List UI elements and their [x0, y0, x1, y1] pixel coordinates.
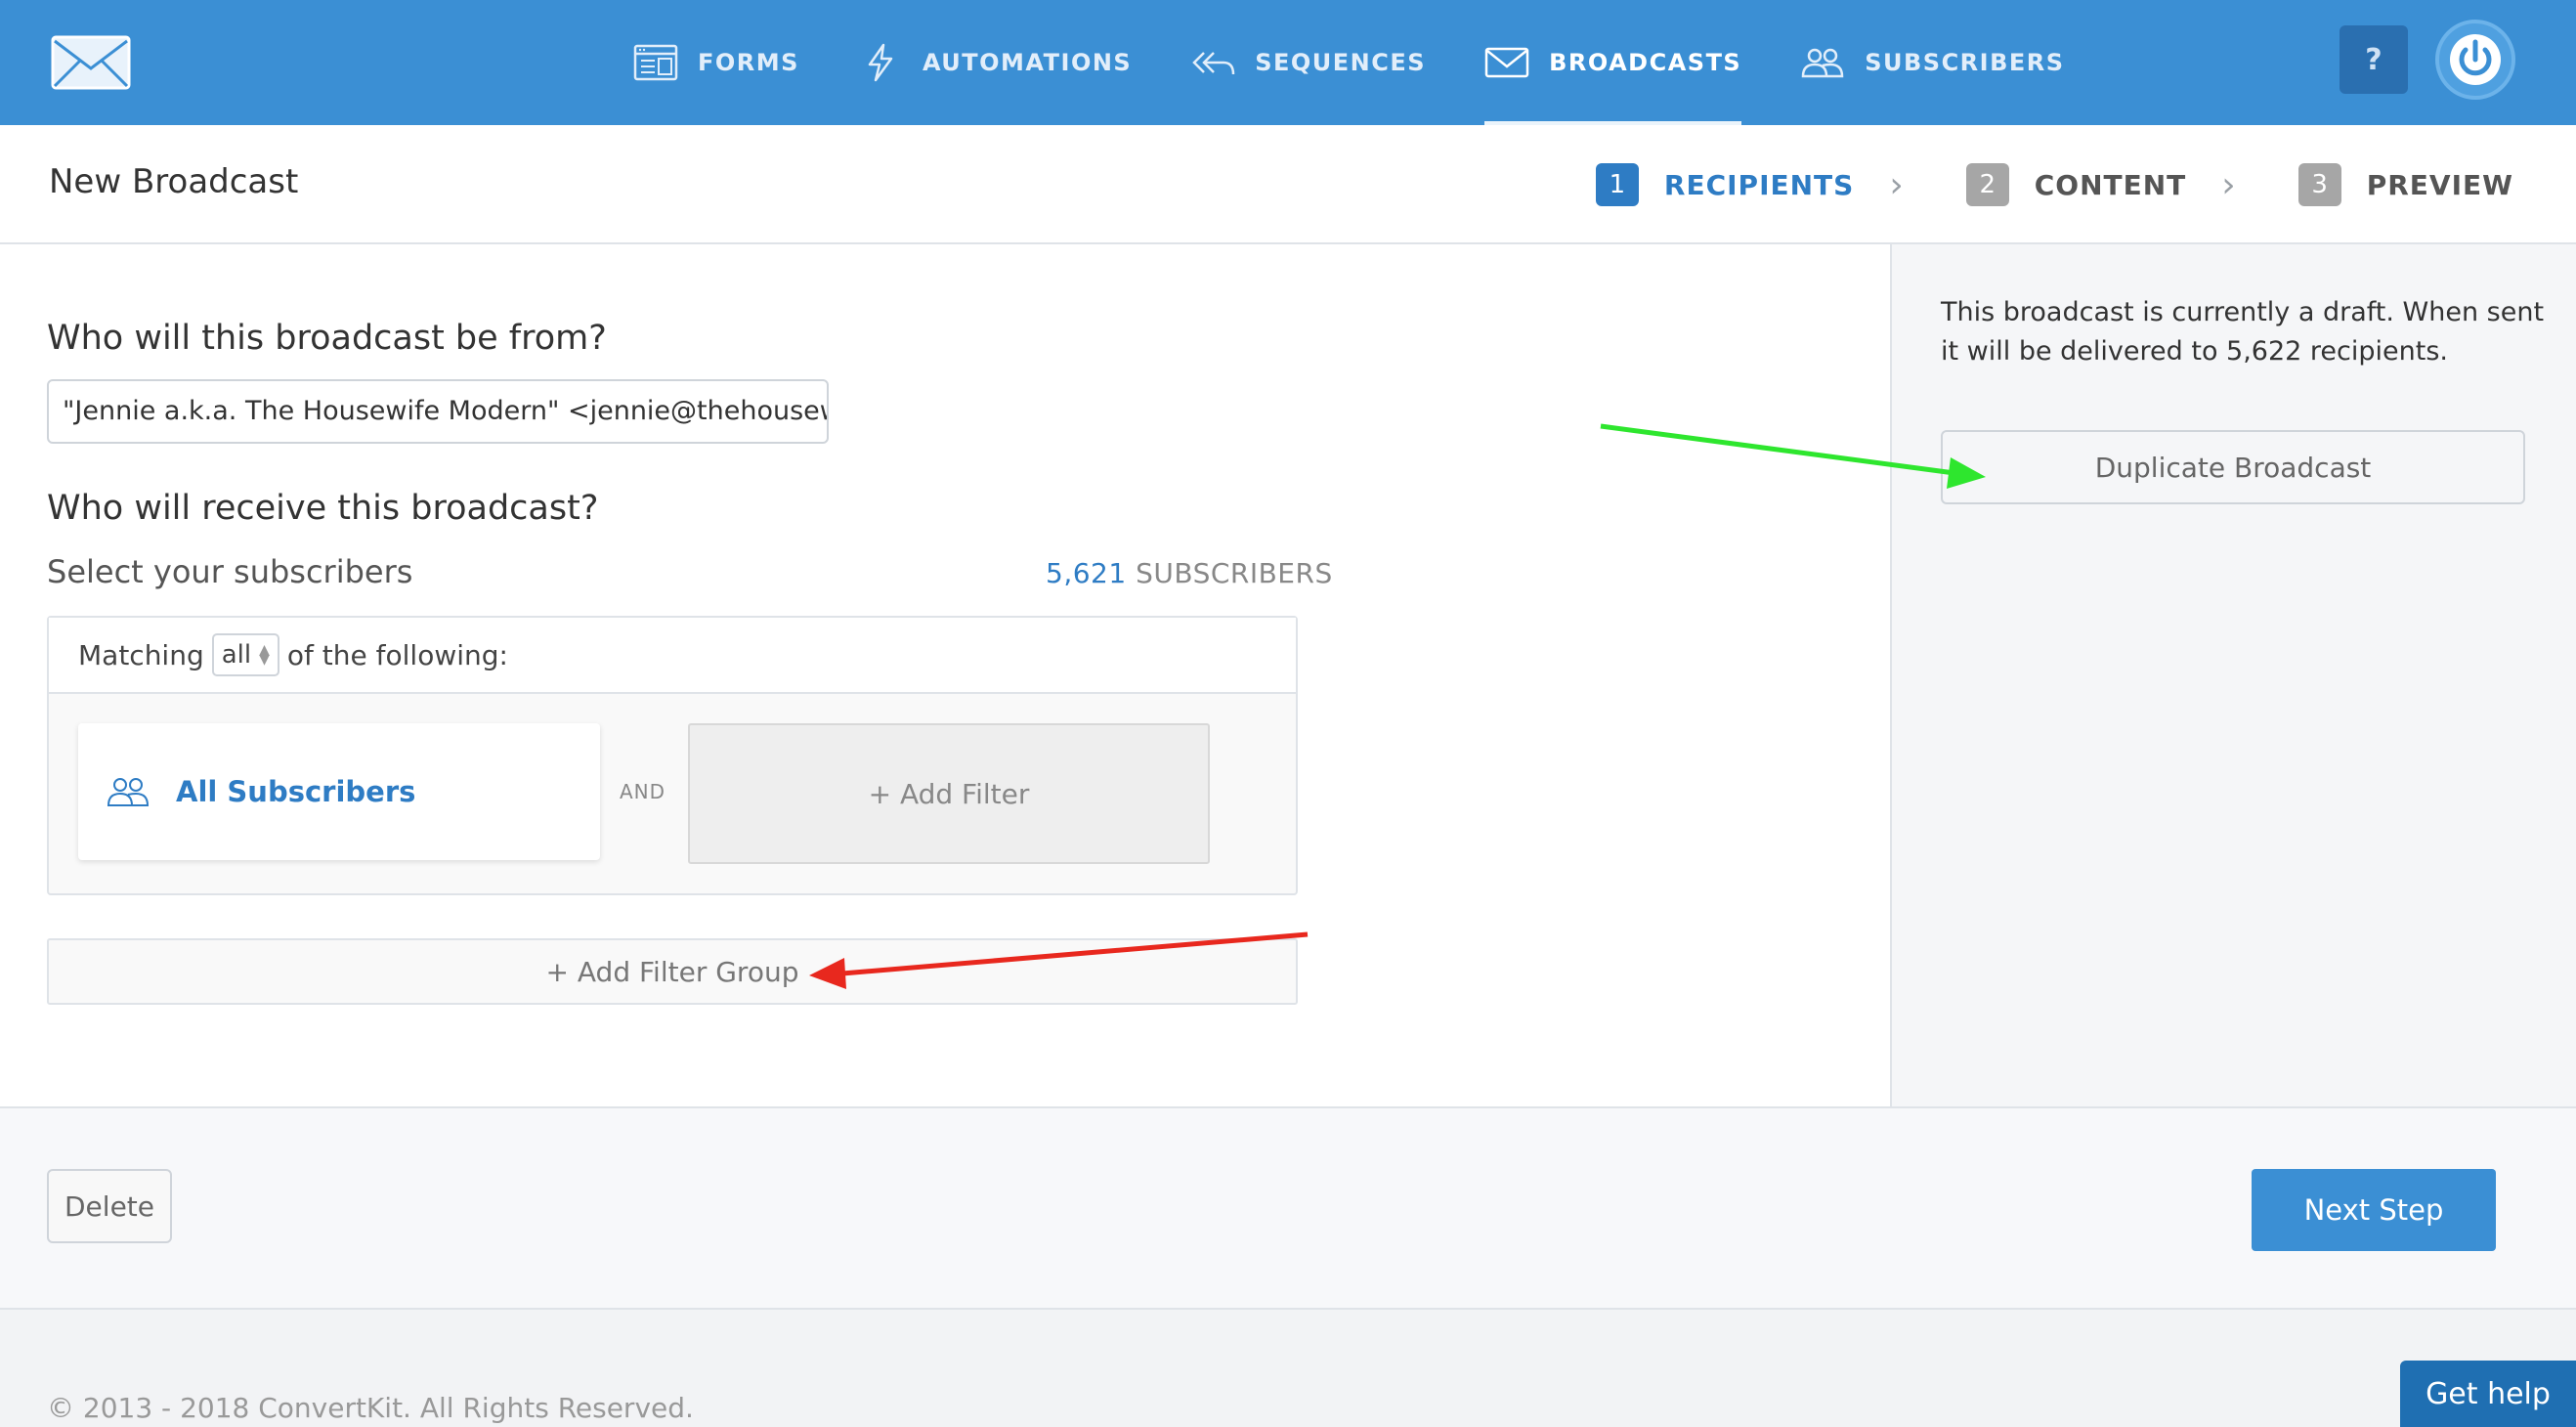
step-label: RECIPIENTS: [1663, 168, 1855, 201]
all-subscribers-filter[interactable]: All Subscribers: [78, 723, 600, 860]
step-number: 2: [1965, 163, 2009, 206]
nav-sequences[interactable]: SEQUENCES: [1190, 0, 1426, 125]
duplicate-broadcast-button[interactable]: Duplicate Broadcast: [1941, 430, 2525, 504]
matching-value: all: [221, 640, 252, 670]
and-label: AND: [620, 780, 666, 803]
nav-broadcasts[interactable]: BROADCASTS: [1484, 0, 1742, 125]
step-preview[interactable]: 3 PREVIEW: [2297, 163, 2513, 206]
nav-label: BROADCASTS: [1549, 49, 1742, 76]
step-label: PREVIEW: [2366, 168, 2513, 201]
filter-group-header: Matching all ▲ ▼ of the following:: [49, 618, 1296, 694]
help-button[interactable]: ?: [2340, 25, 2408, 94]
recipients-form: Who will this broadcast be from? "Jennie…: [0, 244, 1890, 1108]
copyright: © 2013 - 2018 ConvertKit. All Rights Res…: [47, 1392, 694, 1424]
step-content[interactable]: 2 CONTENT: [1965, 163, 2187, 206]
page-header: New Broadcast 1 RECIPIENTS › 2 CONTENT ›…: [0, 125, 2576, 244]
subscriber-count: 5,621 SUBSCRIBERS: [1046, 557, 1333, 589]
lightning-icon: [868, 43, 893, 82]
nav-forms[interactable]: FORMS: [633, 0, 799, 125]
broadcast-sidebar: This broadcast is currently a draft. Whe…: [1890, 244, 2576, 1108]
select-subscribers-label: Select your subscribers: [47, 553, 413, 590]
nav-label: FORMS: [698, 49, 799, 76]
top-navigation: FORMS AUTOMATIONS SEQUENCES BROADCASTS S…: [0, 0, 2576, 125]
subscriber-count-unit: SUBSCRIBERS: [1136, 557, 1333, 589]
forms-icon: [633, 44, 678, 81]
nav-subscribers[interactable]: SUBSCRIBERS: [1800, 0, 2064, 125]
next-step-button[interactable]: Next Step: [2252, 1169, 2496, 1251]
divider: [0, 1106, 2576, 1108]
draft-note: This broadcast is currently a draft. Whe…: [1941, 297, 2545, 367]
nav-automations[interactable]: AUTOMATIONS: [858, 0, 1132, 125]
page-title: New Broadcast: [49, 162, 299, 201]
get-help-button[interactable]: Get help: [2400, 1361, 2576, 1427]
matching-prefix: Matching: [78, 638, 204, 671]
people-icon: [1801, 48, 1844, 78]
chevron-right-icon: ›: [2221, 164, 2236, 205]
step-number: 3: [2297, 163, 2341, 206]
nav-label: AUTOMATIONS: [922, 49, 1133, 76]
all-subscribers-label: All Subscribers: [176, 775, 416, 808]
account-menu-button[interactable]: [2435, 20, 2515, 100]
wizard-steps: 1 RECIPIENTS › 2 CONTENT › 3 PREVIEW: [1595, 125, 2513, 244]
people-icon: [107, 778, 150, 806]
from-select[interactable]: "Jennie a.k.a. The Housewife Modern" <je…: [47, 379, 829, 444]
add-filter-button[interactable]: + Add Filter: [688, 723, 1210, 864]
reply-all-icon: [1192, 52, 1235, 75]
power-icon: [2450, 34, 2501, 85]
footer: © 2013 - 2018 ConvertKit. All Rights Res…: [0, 1310, 2576, 1427]
delete-button[interactable]: Delete: [47, 1169, 172, 1243]
step-label: CONTENT: [2034, 168, 2187, 201]
chevron-right-icon: ›: [1889, 164, 1904, 205]
mail-logo-icon[interactable]: [51, 35, 131, 90]
main-nav: FORMS AUTOMATIONS SEQUENCES BROADCASTS S…: [633, 0, 2124, 125]
matching-suffix: of the following:: [286, 638, 508, 671]
from-question: Who will this broadcast be from?: [47, 319, 607, 358]
add-filter-group-button[interactable]: + Add Filter Group: [47, 938, 1298, 1005]
subscriber-count-number: 5,621: [1046, 557, 1127, 589]
step-number: 1: [1595, 163, 1639, 206]
filter-group: Matching all ▲ ▼ of the following: All Su…: [47, 616, 1298, 895]
receive-question: Who will receive this broadcast?: [47, 489, 599, 528]
envelope-icon: [1484, 47, 1529, 78]
nav-label: SUBSCRIBERS: [1865, 49, 2065, 76]
matching-select[interactable]: all ▲ ▼: [211, 633, 279, 676]
select-arrows-icon: ▲ ▼: [259, 642, 270, 668]
nav-label: SEQUENCES: [1255, 49, 1427, 76]
step-recipients[interactable]: 1 RECIPIENTS: [1595, 163, 1855, 206]
